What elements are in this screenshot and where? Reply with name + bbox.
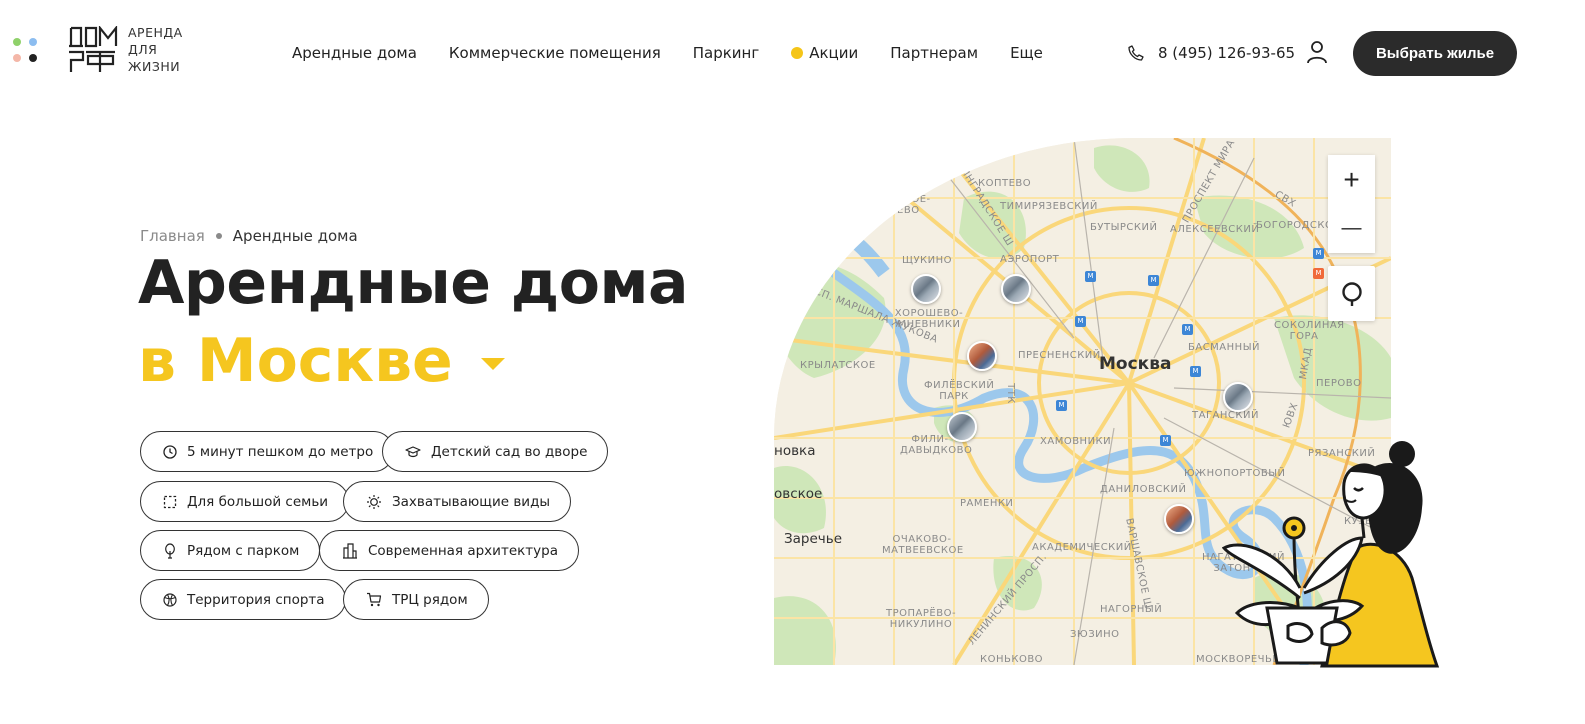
phone-link[interactable]: 8 (495) 126-93-65 [1128, 44, 1295, 62]
page-title: Арендные дома [138, 248, 689, 318]
tag-label: Детский сад во дворе [431, 443, 588, 460]
building-pin[interactable] [1001, 274, 1031, 304]
ball-icon [163, 592, 177, 607]
map-label: ХАМОВНИКИ [1040, 436, 1112, 447]
tag-label: Территория спорта [187, 591, 325, 608]
choose-home-button[interactable]: Выбрать жилье [1353, 31, 1517, 76]
map-label: ТАГАНСКИЙ [1192, 410, 1259, 421]
promo-dot-icon [791, 47, 804, 59]
building-icon [343, 542, 357, 559]
map-district-label: новка [774, 443, 816, 459]
main-nav: Арендные дома Коммерческие помещения Пар… [292, 44, 1075, 62]
map-label: АКАДЕМИЧЕСКИЙ [1032, 542, 1132, 553]
tag-views[interactable]: Захватывающие виды [343, 481, 572, 522]
chevron-down-icon [480, 358, 505, 370]
map-district-label: Заречье [784, 531, 843, 547]
map-label: ЩУКИНО [902, 255, 953, 266]
map-label: ПРЕСНЕНСКИЙ [1018, 350, 1101, 361]
map-label: ТИМИРЯЗЕВСКИЙ [1000, 201, 1098, 212]
tag-park[interactable]: Рядом с парком [140, 530, 321, 571]
metro-icon: M [1313, 268, 1324, 279]
tag-mall[interactable]: ТРЦ рядом [343, 579, 489, 620]
metro-icon: M [1313, 248, 1324, 259]
tag-label: Захватывающие виды [392, 493, 551, 510]
map-label: ОЧАКОВО-МАТВЕЕВСКОЕ [882, 534, 964, 556]
map-label: КРЫЛАТСКОЕ [800, 360, 876, 371]
clock-icon [163, 444, 177, 459]
tag-label: Современная архитектура [368, 542, 558, 559]
breadcrumb-home[interactable]: Главная [140, 227, 205, 245]
nav-item-parking[interactable]: Паркинг [693, 44, 760, 62]
building-pin[interactable] [1223, 382, 1253, 412]
tag-sport[interactable]: Территория спорта [140, 579, 346, 620]
locate-button[interactable] [1328, 266, 1375, 321]
map-district-label: овское [774, 486, 823, 502]
building-pin[interactable] [911, 274, 941, 304]
tag-architecture[interactable]: Современная архитектура [319, 530, 579, 571]
phone-icon [1128, 45, 1144, 61]
graduation-cap-icon [405, 445, 421, 457]
map-label: БАСМАННЫЙ [1188, 342, 1260, 353]
map-label: ДАНИЛОВСКИЙ [1100, 484, 1187, 495]
map-label: ПЕРОВО [1316, 378, 1362, 389]
zoom-out-button[interactable]: — [1328, 204, 1375, 253]
nav-item-promotions[interactable]: Акции [791, 44, 858, 62]
metro-icon: M [1160, 435, 1171, 446]
map-label: ПОКРОВСКОЕ-СТРЕШНЕВО [850, 194, 931, 216]
user-icon[interactable] [1306, 40, 1328, 68]
metro-icon: M [1190, 366, 1201, 377]
tag-metro[interactable]: 5 минут пешком до метро [140, 431, 395, 472]
map-label: БУТЫРСКИЙ [1090, 222, 1158, 233]
map-label: КОПТЕВО [978, 178, 1032, 189]
map-label: РАМЕНКИ [960, 498, 1014, 509]
location-pin-icon [1341, 281, 1362, 306]
building-pin[interactable] [947, 412, 977, 442]
logo-text: АРЕНДА ДЛЯ ЖИЗНИ [128, 25, 183, 74]
cart-icon [367, 592, 382, 607]
tag-kindergarten[interactable]: Детский сад во дворе [382, 431, 609, 472]
metro-icon: M [1085, 271, 1096, 282]
map-label: ФИЛЁВСКИЙ ПАРК [924, 380, 995, 402]
girl-with-plant-illustration [1222, 441, 1440, 668]
tag-label: Рядом с парком [187, 542, 300, 559]
breadcrumb-current: Арендные дома [232, 227, 358, 245]
tree-icon [165, 542, 175, 559]
header: АРЕНДА ДЛЯ ЖИЗНИ Арендные дома Коммерчес… [0, 0, 1585, 108]
building-pin[interactable] [967, 341, 997, 371]
building-pin[interactable] [1164, 504, 1194, 534]
map-label: ТТК [1004, 383, 1016, 404]
city-selector[interactable]: в Москве [138, 326, 505, 396]
map-label: АЛЕКСЕЕВСКИЙ [1170, 224, 1260, 235]
metro-icon: M [1148, 275, 1159, 286]
nav-item-commercial[interactable]: Коммерческие помещения [449, 44, 661, 62]
map-label: ЗЮЗИНО [1070, 629, 1120, 640]
dom-rf-logo[interactable] [68, 24, 118, 74]
map-label: СОКОЛИНАЯ ГОРА [1274, 320, 1345, 342]
map-city-label: Москва [1099, 354, 1172, 374]
zoom-in-button[interactable]: + [1328, 155, 1375, 204]
map-label: АЭРОПОРТ [1000, 254, 1060, 265]
nav-item-promotions-label: Акции [809, 44, 859, 62]
brand-dots [13, 38, 41, 66]
tag-label: Для большой семьи [187, 493, 329, 510]
metro-icon: M [1182, 324, 1193, 335]
tag-label: 5 минут пешком до метро [187, 443, 374, 460]
metro-icon: M [1075, 316, 1086, 327]
breadcrumb: Главная Арендные дома [140, 227, 358, 245]
breadcrumb-separator [215, 233, 222, 239]
phone-number: 8 (495) 126-93-65 [1158, 44, 1296, 62]
map-label: КОНЬКОВО [980, 654, 1044, 665]
nav-item-partners[interactable]: Партнерам [890, 44, 978, 62]
dashed-square-icon [163, 495, 177, 508]
tag-big-family[interactable]: Для большой семьи [140, 481, 350, 522]
metro-icon: M [1056, 400, 1067, 411]
nav-item-rental-houses[interactable]: Арендные дома [292, 44, 417, 62]
city-selector-label: в Москве [138, 326, 453, 396]
tag-label: ТРЦ рядом [392, 591, 468, 608]
nav-item-more[interactable]: Еще [1010, 44, 1043, 62]
sun-icon [367, 494, 381, 509]
zoom-controls: + — [1328, 155, 1375, 253]
map-label: ТРОПАРЁВО-НИКУЛИНО [886, 608, 957, 630]
